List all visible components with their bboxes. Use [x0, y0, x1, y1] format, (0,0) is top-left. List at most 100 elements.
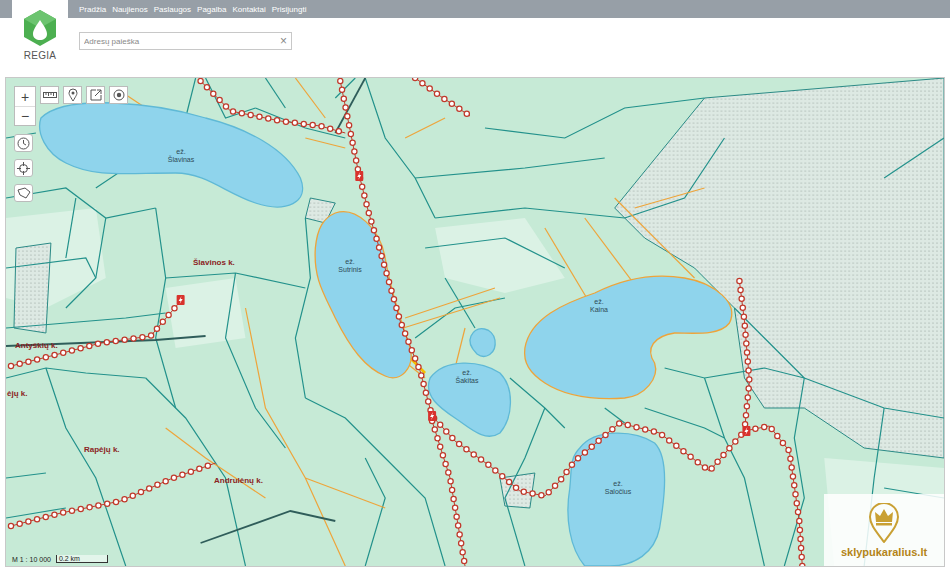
regia-app: REGIA Pradžia Naujienos Paslaugos Pagalba Kon… [0, 0, 950, 570]
logo-text: REGIA [24, 50, 57, 61]
logo[interactable]: REGIA [12, 0, 68, 72]
poi-marker-glyph [430, 412, 434, 420]
trail [739, 281, 802, 566]
poi-marker-body [355, 171, 363, 181]
parcel-boundary [146, 378, 246, 566]
parcel-boundary-orange [403, 298, 500, 328]
target-icon [113, 89, 125, 101]
nav-item[interactable]: Naujienos [112, 5, 148, 14]
history-button[interactable] [14, 134, 33, 152]
lake-prefix: ež. [462, 369, 471, 377]
trail-line [432, 421, 465, 566]
nav-item[interactable]: Pradžia [79, 5, 106, 14]
parcel-boundary-orange [305, 138, 345, 148]
pin-icon [68, 88, 78, 102]
village-label: Rapėjų k. [84, 446, 120, 455]
parcel-boundary [66, 218, 106, 308]
parcel-boundary [625, 138, 725, 218]
poi-marker-icon[interactable] [428, 411, 436, 421]
trail-dots [415, 78, 470, 116]
crown-pin-icon [867, 503, 901, 543]
trail-dots [432, 421, 465, 566]
zoom-in-button[interactable]: + [15, 87, 35, 106]
label-name: Šakitas [456, 377, 479, 385]
trail [11, 301, 181, 366]
address-search: × [79, 32, 292, 50]
search-input[interactable] [84, 35, 280, 48]
trail-dots-inner [432, 421, 465, 566]
label-name: Saločius [605, 488, 631, 496]
trail-line [11, 463, 216, 526]
search-clear-button[interactable]: × [280, 35, 287, 47]
trail-dots-inner [340, 81, 744, 496]
lake-label: ež.Sutrinis [338, 258, 361, 273]
parcel-boundary [365, 78, 435, 218]
nav-item[interactable]: Prisijungti [272, 5, 307, 14]
lake-prefix: ež. [613, 480, 622, 488]
nav-item[interactable]: Pagalba [197, 5, 226, 14]
nav-item[interactable]: Kontaktai [232, 5, 265, 14]
polygon-icon [17, 187, 31, 199]
poi-marker-glyph [179, 296, 183, 304]
scale-ratio: M 1 : 10 000 [12, 556, 51, 563]
trail-line [739, 281, 802, 566]
label-name: Šlavinas [168, 156, 194, 164]
trail-line [415, 78, 470, 116]
trail-dots [340, 81, 744, 496]
lake-label: ež.Šlavinas [168, 148, 194, 163]
parcel-boundary [365, 458, 385, 566]
locate-button[interactable] [109, 86, 128, 104]
parcel-boundary [6, 368, 146, 378]
trail-dots-inner [739, 281, 802, 566]
header: REGIA Pradžia Naujienos Paslaugos Pagalba Kon… [0, 0, 950, 77]
trail [340, 81, 744, 496]
trail-dots-inner [11, 301, 181, 366]
ruler-icon [43, 90, 57, 100]
coordinates-button[interactable] [14, 159, 33, 177]
label-name: Antyškių k. [15, 341, 58, 350]
draw-area-button[interactable] [14, 184, 33, 202]
poi-marker-glyph [357, 172, 361, 180]
export-icon [90, 89, 102, 101]
parcel-boundary [46, 368, 126, 566]
poi-marker-body [742, 426, 750, 436]
parcel-boundary [884, 138, 944, 178]
label-name: Šlavinos k. [193, 258, 235, 267]
poi-marker-icon[interactable] [177, 295, 185, 305]
parcel-boundary [665, 368, 944, 418]
watermark-text: sklypukaralius.lt [841, 546, 927, 558]
marker-button[interactable] [63, 86, 82, 104]
trail-dots [11, 463, 216, 526]
scale: M 1 : 10 0000.2 km [12, 555, 108, 563]
poi-marker-body [177, 295, 185, 305]
zoom-out-button[interactable]: − [15, 106, 35, 125]
parcel-boundary [265, 78, 285, 108]
field-area [824, 458, 944, 566]
forest-area [615, 78, 944, 458]
map-canvas[interactable] [6, 78, 944, 566]
parcel-boundary-orange [455, 328, 465, 368]
watermark: sklypukaralius.lt [824, 494, 944, 566]
lake-label: ež.Saločius [605, 480, 631, 495]
tool-row: +− [14, 86, 128, 126]
nav-item[interactable]: Paslaugos [154, 5, 191, 14]
parcel-boundary [435, 208, 625, 218]
lake-label: ež.Kaina [590, 298, 608, 313]
parcel-boundary [295, 218, 310, 398]
lake-prefix: ež. [345, 258, 354, 266]
trail [432, 421, 465, 566]
map[interactable]: ež.Šlavinasež.Sutrinisež.Šakitasež.Kaina… [5, 77, 945, 567]
trail-dots [201, 81, 346, 133]
lake-prefix: ež. [594, 298, 603, 306]
village-label: Antyškių k. [15, 342, 58, 351]
parcel-boundary-orange [305, 478, 385, 508]
parcel-boundary [6, 313, 166, 328]
measure-button[interactable] [40, 86, 59, 104]
export-button[interactable] [86, 86, 105, 104]
village-label: Šlavinos k. [193, 259, 235, 268]
label-name: Rapėjų k. [84, 445, 120, 454]
poi-marker-body [428, 411, 436, 421]
poi-marker-icon[interactable] [355, 171, 363, 181]
road [201, 511, 336, 543]
poi-marker-icon[interactable] [742, 426, 750, 436]
